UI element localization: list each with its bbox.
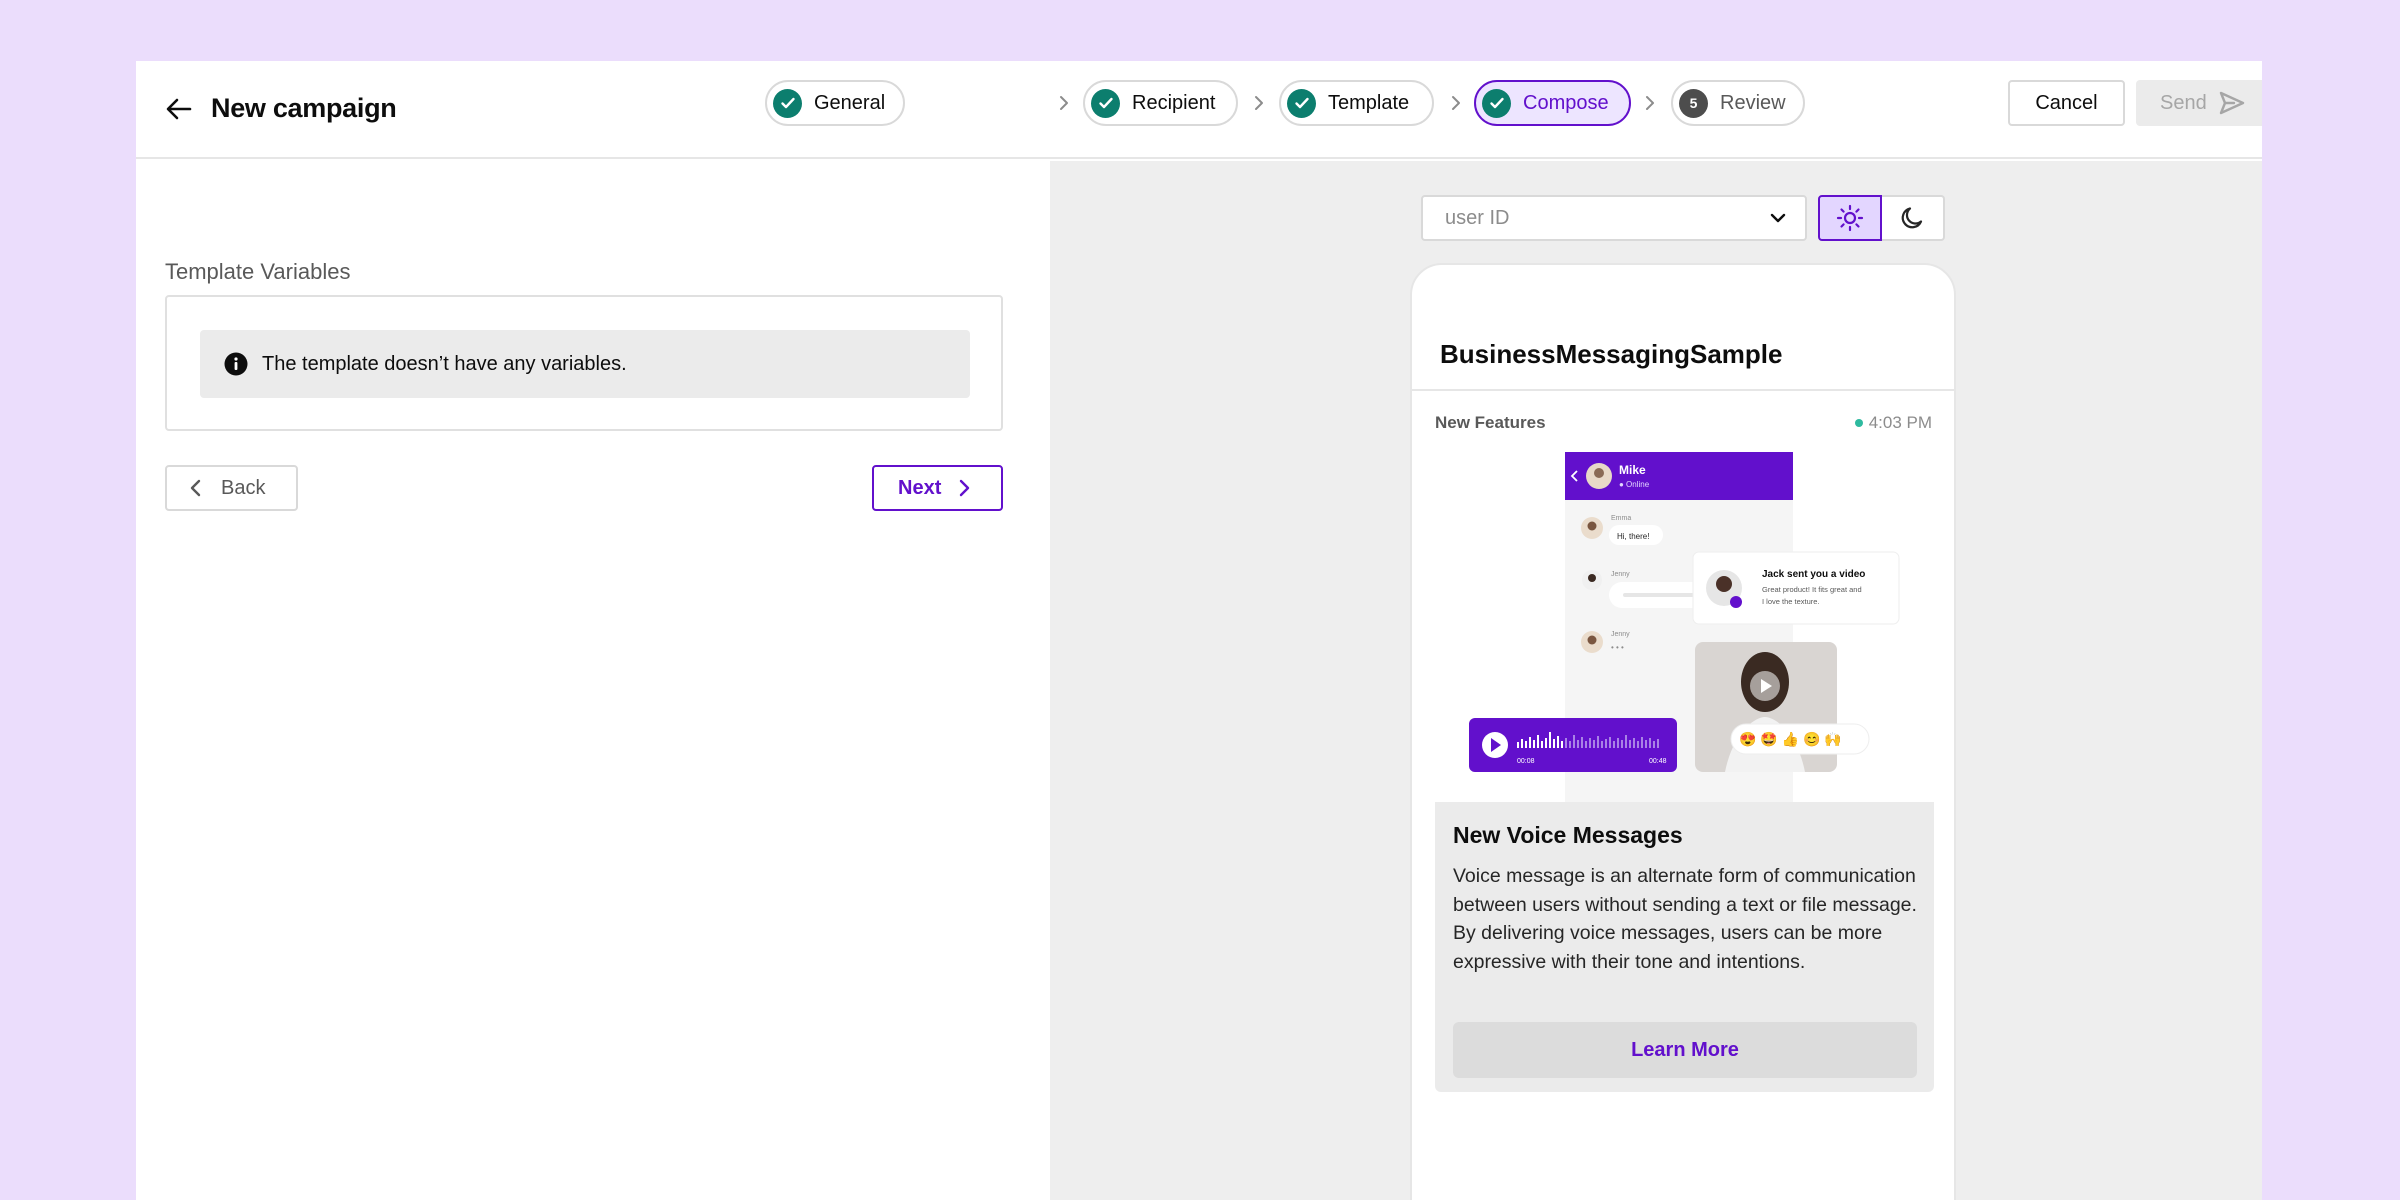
message-card: Mike ● Online Emma Hi, there! Jenny Jenn…: [1435, 452, 1934, 1092]
check-circle-icon: [1287, 88, 1316, 118]
step-label: Template: [1328, 91, 1410, 114]
next-label: Next: [898, 476, 942, 499]
preview-panel: user ID BusinessMessagingSample New Feat…: [1050, 161, 2262, 1200]
step-number: 5: [1679, 88, 1708, 118]
mock-notification-title: Jack sent you a video: [1762, 569, 1865, 580]
mock-user-3: Jenny: [1611, 631, 1630, 638]
mock-header-name: Mike: [1619, 463, 1646, 477]
divider: [1412, 389, 1954, 391]
chevron-left-icon: [190, 479, 201, 497]
back-label: Back: [221, 476, 266, 499]
step-compose[interactable]: Compose: [1474, 80, 1631, 126]
moon-icon: [1901, 207, 1922, 229]
section-label: Template Variables: [165, 259, 351, 284]
next-button[interactable]: Next: [872, 465, 1003, 511]
chevron-right-icon: [1060, 96, 1068, 110]
card-title: New Voice Messages: [1453, 822, 1683, 848]
info-text: The template doesn’t have any variables.: [262, 352, 627, 375]
step-label: General: [814, 91, 886, 114]
step-label: Recipient: [1132, 91, 1216, 114]
back-arrow-icon[interactable]: [162, 92, 196, 126]
send-icon: [2219, 91, 2244, 115]
chevron-right-icon: [1255, 96, 1263, 110]
step-label: Compose: [1523, 91, 1609, 114]
chevron-right-icon: [960, 479, 970, 497]
mock-notification-body: I love the texture.: [1762, 597, 1820, 606]
card-illustration: Mike ● Online Emma Hi, there! Jenny Jenn…: [1435, 452, 1934, 802]
message-sender: New Features: [1435, 413, 1546, 432]
mock-bubble-text: Hi, there!: [1617, 532, 1649, 541]
mock-header-status: ● Online: [1619, 480, 1650, 489]
check-circle-icon: [1091, 88, 1120, 118]
sun-icon: [1836, 204, 1864, 232]
template-variables-box: The template doesn’t have any variables.: [165, 295, 1003, 431]
chevron-right-icon: [1646, 96, 1654, 110]
mock-user-1: Emma: [1611, 515, 1631, 522]
step-general[interactable]: General: [765, 80, 905, 126]
message-time: 4:03 PM: [1854, 413, 1932, 433]
page-title: New campaign: [211, 93, 397, 123]
check-circle-icon: [1482, 88, 1511, 118]
send-label: Send: [2160, 91, 2207, 114]
compose-panel: Template Variables The template doesn’t …: [136, 161, 1050, 1200]
svg-text:• • •: • • •: [1611, 643, 1624, 652]
campaign-window: New campaign General Recipient Template …: [136, 61, 2262, 1200]
cancel-button[interactable]: Cancel: [2008, 80, 2125, 126]
dark-theme-toggle[interactable]: [1882, 195, 1945, 241]
card-body: New Voice Messages Voice message is an a…: [1435, 802, 1934, 1092]
phone-preview: BusinessMessagingSample New Features 4:0…: [1410, 263, 1956, 1200]
info-banner: The template doesn’t have any variables.: [200, 330, 970, 398]
mock-audio-end: 00:48: [1649, 758, 1667, 765]
step-review[interactable]: 5 Review: [1671, 80, 1805, 126]
chevron-down-icon: [1770, 213, 1786, 223]
message-time-text: 4:03 PM: [1868, 413, 1932, 432]
mock-notification-body: Great product! It fits great and: [1762, 585, 1862, 594]
mock-audio-start: 00:08: [1517, 758, 1535, 765]
send-button[interactable]: Send: [2136, 80, 2262, 126]
info-icon: [224, 352, 248, 376]
online-dot: [1854, 419, 1863, 427]
chevron-right-icon: [1452, 96, 1460, 110]
channel-name: BusinessMessagingSample: [1440, 339, 1783, 369]
user-id-placeholder: user ID: [1445, 206, 1510, 229]
step-template[interactable]: Template: [1279, 80, 1434, 126]
mock-reactions: 😍 🤩 👍 😊 🙌: [1739, 731, 1842, 748]
step-label: Review: [1720, 91, 1786, 114]
step-recipient[interactable]: Recipient: [1083, 80, 1238, 126]
light-theme-toggle[interactable]: [1818, 195, 1882, 241]
check-circle-icon: [773, 88, 802, 118]
mock-user-2: Jenny: [1611, 571, 1630, 578]
header-bar: New campaign General Recipient Template …: [136, 61, 2262, 159]
card-description: Voice message is an alternate form of co…: [1453, 865, 1917, 973]
user-id-select[interactable]: user ID: [1421, 195, 1807, 241]
back-button[interactable]: Back: [165, 465, 298, 511]
learn-more-button[interactable]: Learn More: [1453, 1022, 1917, 1078]
